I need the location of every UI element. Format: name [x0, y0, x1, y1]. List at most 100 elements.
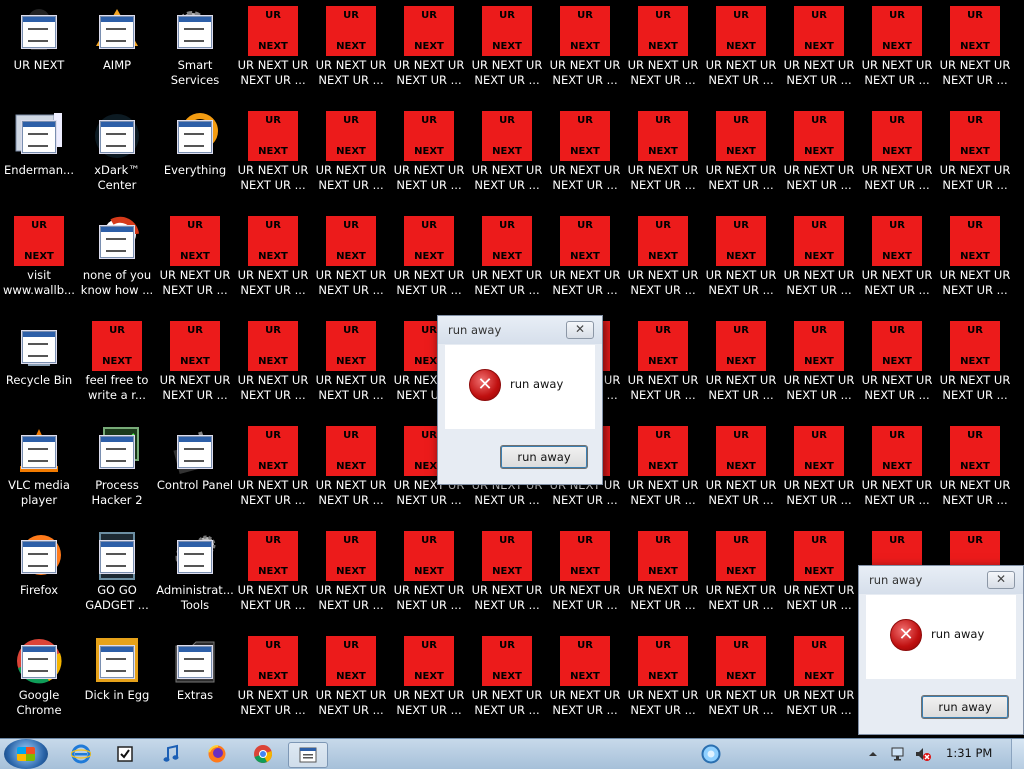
desktop-icon-ur-next[interactable]: URNEXTUR NEXT UR NEXT UR ...: [624, 210, 702, 315]
desktop-icon[interactable]: Smart Services: [156, 0, 234, 105]
desktop-icon[interactable]: Process Hacker 2: [78, 420, 156, 525]
desktop-icon-ur-next[interactable]: URNEXTUR NEXT UR NEXT UR ...: [234, 315, 312, 420]
run-away-dialog[interactable]: run away ✕ ✕ run away run away: [858, 565, 1024, 735]
show-hidden-icons-icon[interactable]: [868, 749, 878, 759]
desktop-icon-ur-next[interactable]: URNEXTUR NEXT UR NEXT UR ...: [468, 210, 546, 315]
desktop-icon-ur-next[interactable]: URNEXTUR NEXT UR NEXT UR ...: [156, 210, 234, 315]
desktop-icon-ur-next[interactable]: URNEXTUR NEXT UR NEXT UR ...: [390, 105, 468, 210]
desktop-icon-ur-next[interactable]: URNEXTUR NEXT UR NEXT UR ...: [468, 105, 546, 210]
desktop-icon-ur-next[interactable]: URNEXTUR NEXT UR NEXT UR ...: [234, 525, 312, 630]
desktop-icon[interactable]: Google Chrome: [0, 630, 78, 735]
desktop-icon-ur-next[interactable]: URNEXTUR NEXT UR NEXT UR ...: [234, 105, 312, 210]
desktop-icon-ur-next[interactable]: URNEXTUR NEXT UR NEXT UR ...: [858, 0, 936, 105]
desktop-icon-ur-next[interactable]: URNEXTUR NEXT UR NEXT UR ...: [858, 420, 936, 525]
desktop-icon-ur-next[interactable]: URNEXTUR NEXT UR NEXT UR ...: [936, 105, 1014, 210]
taskbar-orb[interactable]: [692, 742, 730, 766]
desktop-icon-ur-next[interactable]: URNEXTUR NEXT UR NEXT UR ...: [390, 525, 468, 630]
desktop-icon-ur-next[interactable]: URNEXTUR NEXT UR NEXT UR ...: [468, 630, 546, 735]
desktop-icon[interactable]: VLC media player: [0, 420, 78, 525]
run-away-button[interactable]: run away: [921, 695, 1009, 719]
dialog-titlebar[interactable]: run away ✕: [859, 566, 1023, 594]
desktop-icon-ur-next[interactable]: URNEXTUR NEXT UR NEXT UR ...: [624, 420, 702, 525]
desktop-icon-ur-next[interactable]: URNEXTUR NEXT UR NEXT UR ...: [858, 315, 936, 420]
desktop-icon-ur-next[interactable]: URNEXTUR NEXT UR NEXT UR ...: [312, 0, 390, 105]
volume-muted-icon[interactable]: [914, 745, 932, 763]
desktop-icon-ur-next[interactable]: URNEXTUR NEXT UR NEXT UR ...: [546, 525, 624, 630]
desktop-icon-ur-next[interactable]: URNEXTUR NEXT UR NEXT UR ...: [468, 525, 546, 630]
run-away-dialog[interactable]: run away ✕ ✕ run away run away: [437, 315, 603, 485]
run-away-button[interactable]: run away: [500, 445, 588, 469]
desktop-icon-ur-next[interactable]: URNEXTUR NEXT UR NEXT UR ...: [936, 315, 1014, 420]
desktop-icon-ur-next[interactable]: URNEXTUR NEXT UR NEXT UR ...: [624, 630, 702, 735]
desktop-icon-ur-next[interactable]: URNEXTUR NEXT UR NEXT UR ...: [702, 105, 780, 210]
desktop-icon-ur-next[interactable]: URNEXTUR NEXT UR NEXT UR ...: [234, 630, 312, 735]
desktop-icon[interactable]: e Dick in Egg: [78, 630, 156, 735]
desktop-icon[interactable]: Administrat... Tools: [156, 525, 234, 630]
desktop-icon-ur-next[interactable]: URNEXTUR NEXT UR NEXT UR ...: [234, 210, 312, 315]
desktop-icon-ur-next[interactable]: URNEXTUR NEXT UR NEXT UR ...: [468, 0, 546, 105]
desktop-icon-ur-next[interactable]: URNEXTUR NEXT UR NEXT UR ...: [780, 0, 858, 105]
desktop-icon-ur-next[interactable]: URNEXTUR NEXT UR NEXT UR ...: [312, 420, 390, 525]
desktop-icon-ur-next[interactable]: URNEXTUR NEXT UR NEXT UR ...: [624, 525, 702, 630]
desktop-icon-ur-next[interactable]: URNEXTUR NEXT UR NEXT UR ...: [702, 630, 780, 735]
close-button[interactable]: ✕: [566, 321, 594, 339]
desktop-icon-ur-next[interactable]: URNEXTUR NEXT UR NEXT UR ...: [936, 210, 1014, 315]
desktop-icon-ur-next[interactable]: URNEXTUR NEXT UR NEXT UR ...: [780, 105, 858, 210]
taskbar-firefox[interactable]: [198, 742, 236, 766]
taskbar-internet-explorer[interactable]: [62, 742, 100, 766]
desktop-icon[interactable]: GO GO GADGET ...: [78, 525, 156, 630]
desktop-icon-ur-next[interactable]: URNEXTUR NEXT UR NEXT UR ...: [858, 210, 936, 315]
desktop-icon-ur-next[interactable]: URNEXTUR NEXT UR NEXT UR ...: [936, 420, 1014, 525]
desktop-icon-ur-next[interactable]: URNEXTUR NEXT UR NEXT UR ...: [234, 420, 312, 525]
desktop-icon[interactable]: Enderman...: [0, 105, 78, 210]
desktop-icon-ur-next[interactable]: URNEXTUR NEXT UR NEXT UR ...: [234, 0, 312, 105]
desktop-icon-ur-next[interactable]: URNEXTUR NEXT UR NEXT UR ...: [312, 525, 390, 630]
dialog-titlebar[interactable]: run away ✕: [438, 316, 602, 344]
desktop-icon-ur-next[interactable]: URNEXTUR NEXT UR NEXT UR ...: [780, 630, 858, 735]
desktop-icon-ur-next[interactable]: URNEXTUR NEXT UR NEXT UR ...: [312, 105, 390, 210]
desktop-icon-ur-next[interactable]: URNEXTUR NEXT UR NEXT UR ...: [546, 630, 624, 735]
clock[interactable]: 1:31 PM: [946, 746, 992, 760]
taskbar-music-player[interactable]: [152, 742, 190, 766]
desktop-icon-ur-next[interactable]: URNEXTUR NEXT UR NEXT UR ...: [780, 525, 858, 630]
desktop-icon-ur-next[interactable]: URNEXTUR NEXT UR NEXT UR ...: [780, 210, 858, 315]
desktop-icon-ur-next[interactable]: URNEXTUR NEXT UR NEXT UR ...: [858, 105, 936, 210]
desktop-icon-ur-next[interactable]: URNEXTUR NEXT UR NEXT UR ...: [312, 210, 390, 315]
desktop-icon-ur-next[interactable]: URNEXTUR NEXT UR NEXT UR ...: [312, 630, 390, 735]
desktop-icon-ur-next[interactable]: URNEXTUR NEXT UR NEXT UR ...: [624, 315, 702, 420]
desktop-icon-ur-next[interactable]: URNEXTUR NEXT UR NEXT UR ...: [780, 315, 858, 420]
desktop-icon-ur-next[interactable]: URNEXTUR NEXT UR NEXT UR ...: [702, 210, 780, 315]
desktop-icon[interactable]: Recycle Bin: [0, 315, 78, 420]
desktop-icon-ur-next[interactable]: URNEXTUR NEXT UR NEXT UR ...: [546, 210, 624, 315]
desktop-icon-ur-next[interactable]: URNEXTUR NEXT UR NEXT UR ...: [702, 525, 780, 630]
desktop-icon-ur-next[interactable]: URNEXTUR NEXT UR NEXT UR ...: [546, 105, 624, 210]
desktop-icon-ur-next[interactable]: URNEXTUR NEXT UR NEXT UR ...: [936, 0, 1014, 105]
desktop-icon[interactable]: xDark™ Center: [78, 105, 156, 210]
desktop-icon[interactable]: UR NEXT feel free to write a r...: [78, 315, 156, 420]
desktop-icon[interactable]: none of you know how ...: [78, 210, 156, 315]
desktop-icon[interactable]: Extras: [156, 630, 234, 735]
start-button[interactable]: [4, 739, 48, 769]
desktop-icon[interactable]: UR NEXT: [0, 0, 78, 105]
desktop-icon-ur-next[interactable]: URNEXTUR NEXT UR NEXT UR ...: [156, 315, 234, 420]
desktop-icon-ur-next[interactable]: URNEXTUR NEXT UR NEXT UR ...: [624, 0, 702, 105]
desktop-icon-ur-next[interactable]: URNEXTUR NEXT UR NEXT UR ...: [702, 0, 780, 105]
taskbar-chrome[interactable]: [244, 742, 282, 766]
desktop-icon-ur-next[interactable]: URNEXTUR NEXT UR NEXT UR ...: [702, 315, 780, 420]
taskbar-task-checklist[interactable]: [106, 742, 144, 766]
desktop-icon-ur-next[interactable]: URNEXTUR NEXT UR NEXT UR ...: [546, 0, 624, 105]
desktop-icon[interactable]: AIMP: [78, 0, 156, 105]
desktop-icon-ur-next[interactable]: URNEXTUR NEXT UR NEXT UR ...: [780, 420, 858, 525]
show-desktop-button[interactable]: [1011, 739, 1024, 769]
taskbar-running-program[interactable]: [288, 742, 328, 768]
desktop-icon[interactable]: Everything: [156, 105, 234, 210]
desktop-icon[interactable]: Firefox: [0, 525, 78, 630]
desktop-icon-ur-next[interactable]: URNEXTUR NEXT UR NEXT UR ...: [702, 420, 780, 525]
desktop-icon-ur-next[interactable]: URNEXTUR NEXT UR NEXT UR ...: [390, 0, 468, 105]
desktop-icon-ur-next[interactable]: URNEXTUR NEXT UR NEXT UR ...: [390, 210, 468, 315]
close-button[interactable]: ✕: [987, 571, 1015, 589]
desktop-icon-ur-next[interactable]: URNEXTUR NEXT UR NEXT UR ...: [312, 315, 390, 420]
desktop-icon[interactable]: Control Panel: [156, 420, 234, 525]
desktop-icon-ur-next[interactable]: URNEXTUR NEXT UR NEXT UR ...: [390, 630, 468, 735]
desktop-icon[interactable]: UR NEXT visit www.wallb...: [0, 210, 78, 315]
